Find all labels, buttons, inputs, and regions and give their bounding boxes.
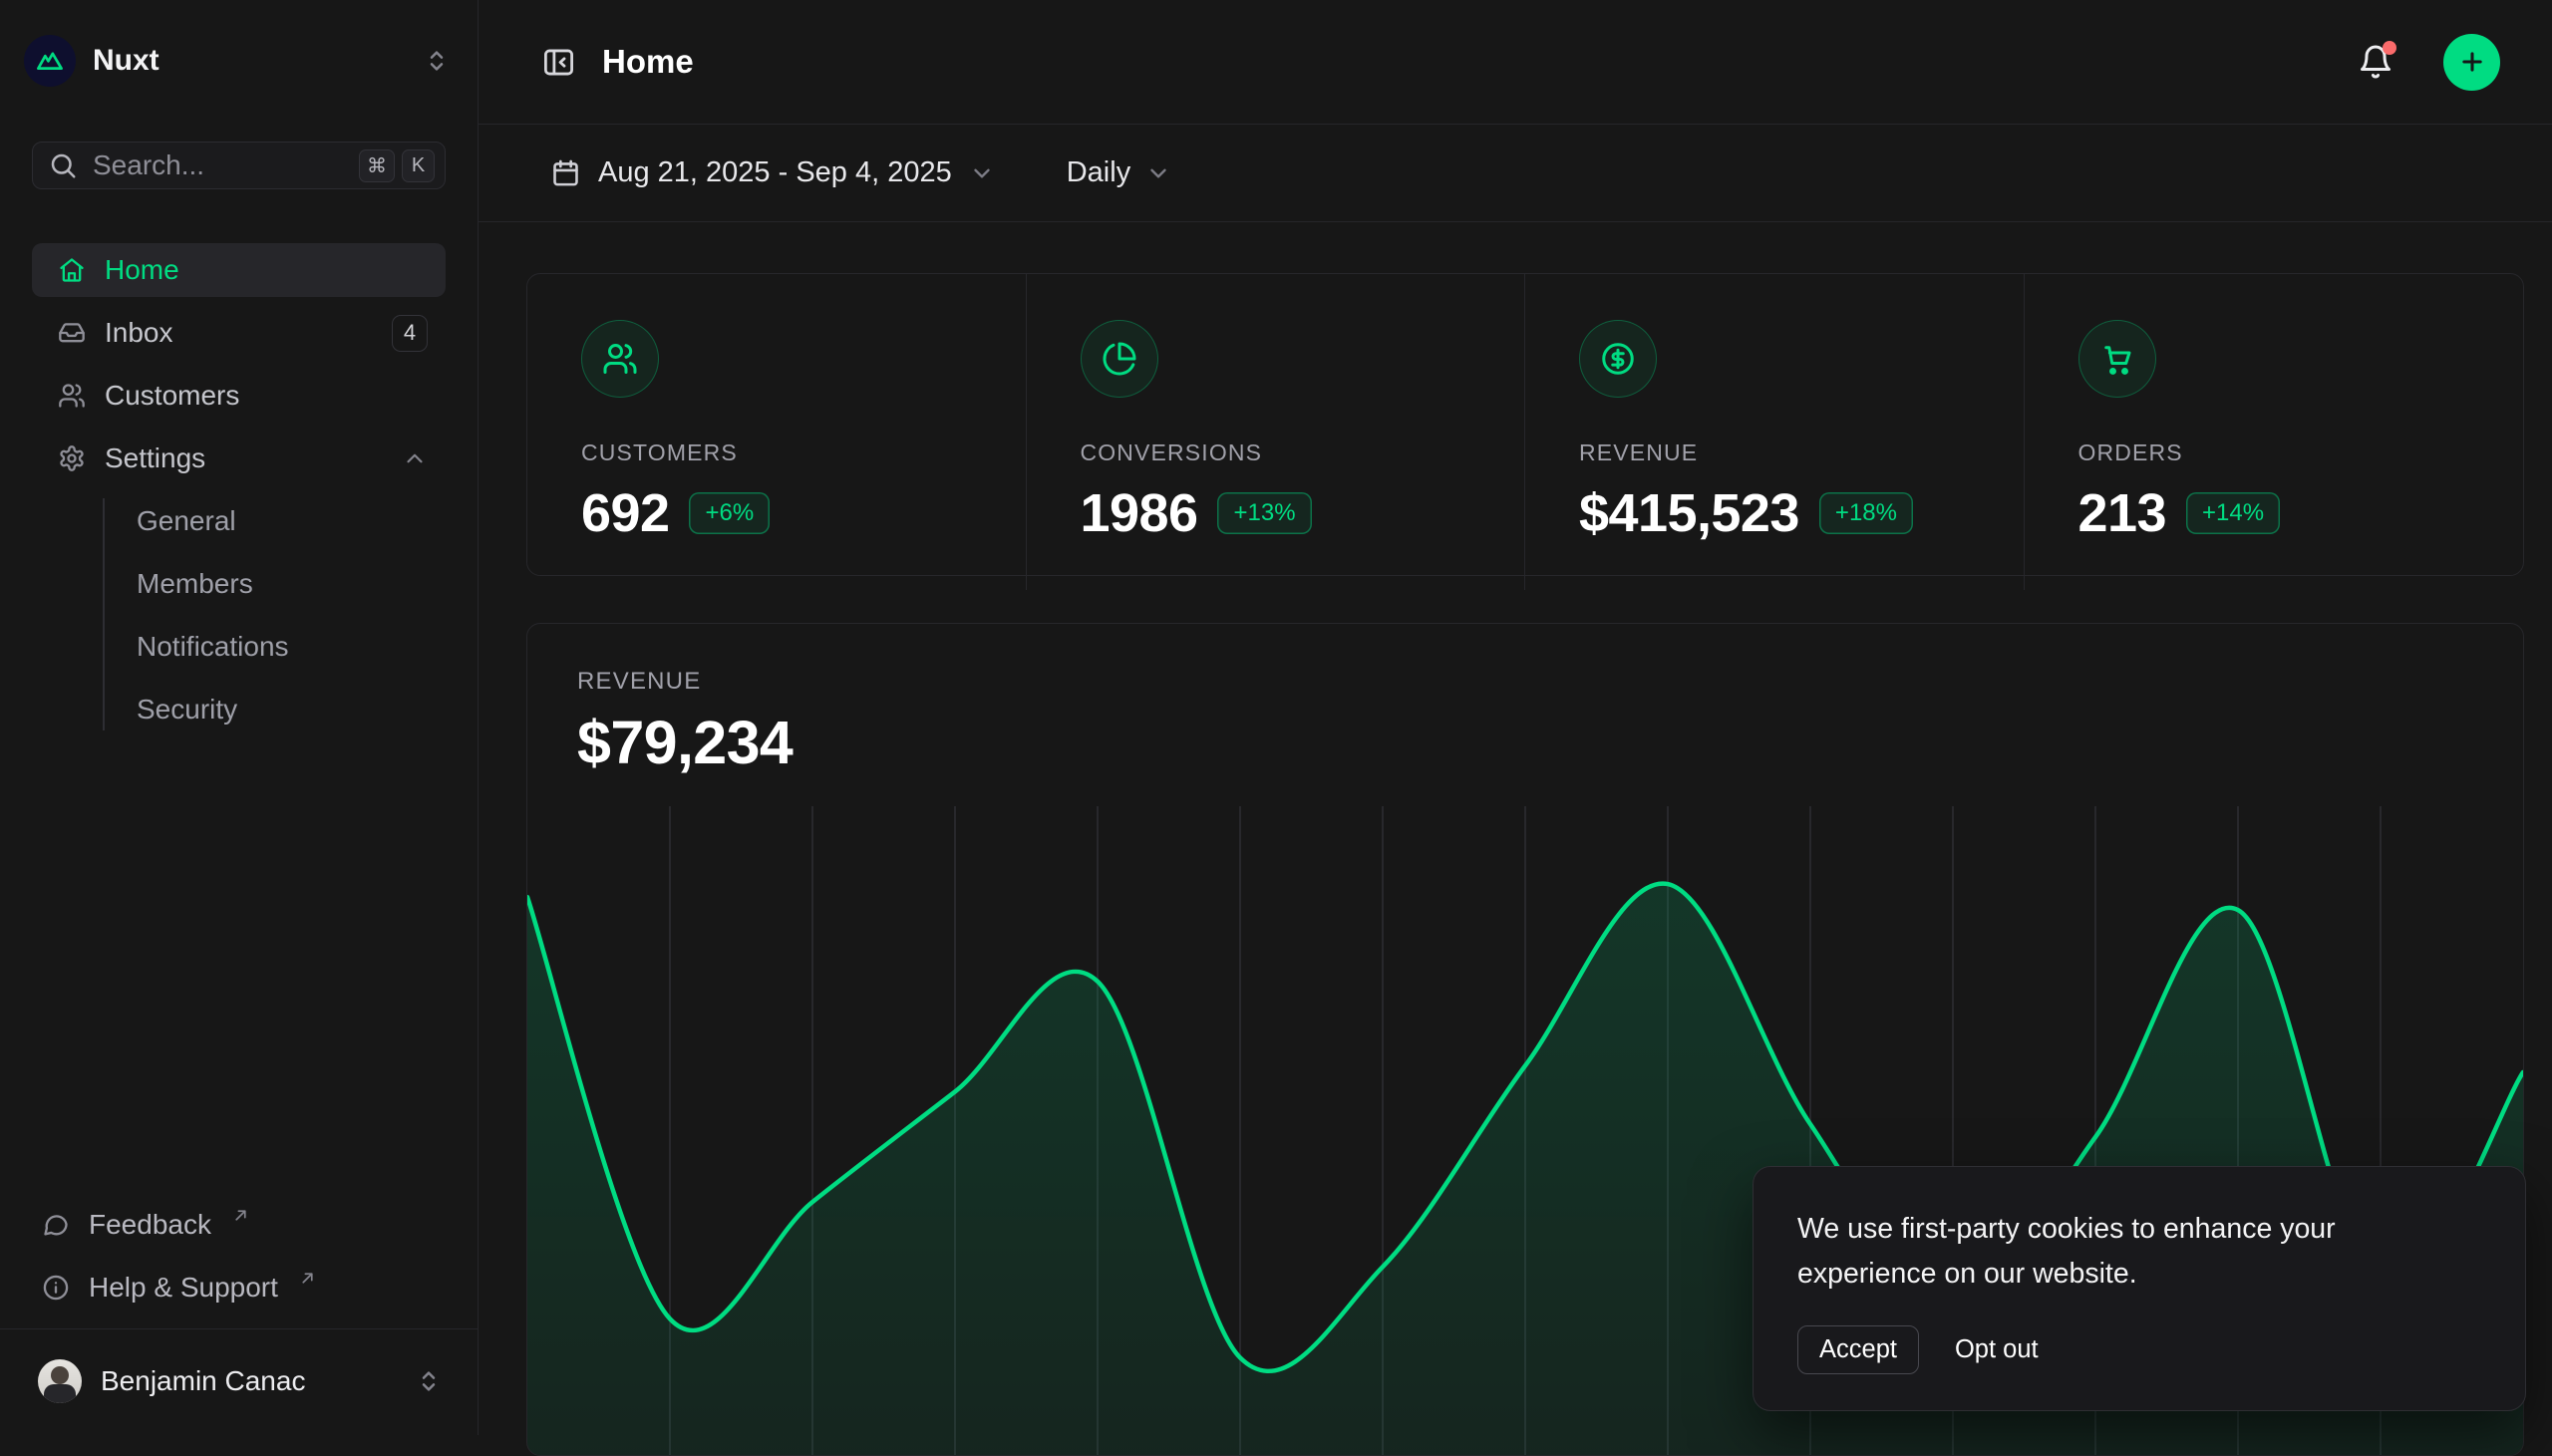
- stat-delta-badge: +14%: [2186, 492, 2280, 534]
- stat-delta-badge: +13%: [1217, 492, 1311, 534]
- sidebar-item-inbox[interactable]: Inbox 4: [32, 306, 446, 360]
- stat-value: $415,523: [1579, 482, 1799, 544]
- chevron-updown-icon: [414, 1366, 444, 1396]
- search-placeholder: Search...: [93, 149, 359, 181]
- info-circle-icon: [42, 1274, 70, 1302]
- stat-card-customers[interactable]: CUSTOMERS 692 +6%: [527, 274, 1027, 590]
- stat-card-revenue[interactable]: REVENUE $415,523 +18%: [1525, 274, 2025, 590]
- sidebar-item-label: Home: [105, 254, 179, 286]
- users-icon: [58, 382, 86, 410]
- kbd-cmd: ⌘: [359, 149, 395, 182]
- notifications-button[interactable]: [2358, 44, 2393, 80]
- sidebar-subitem-notifications[interactable]: Notifications: [104, 620, 446, 674]
- sidebar-item-home[interactable]: Home: [32, 243, 446, 297]
- filters-toolbar: Aug 21, 2025 - Sep 4, 2025 Daily: [478, 125, 2552, 222]
- search-icon: [48, 150, 78, 180]
- sidebar: Nuxt Search... ⌘ K: [0, 0, 478, 1435]
- sidebar-item-label: Settings: [105, 442, 205, 474]
- sidebar-nav: Home Inbox 4 Customers: [16, 243, 462, 736]
- home-icon: [58, 256, 86, 284]
- calendar-icon: [550, 157, 581, 188]
- revenue-panel-label: REVENUE: [577, 668, 2523, 696]
- stat-label: ORDERS: [2078, 439, 2470, 466]
- sidebar-divider: [0, 1328, 478, 1329]
- sidebar-subitem-security[interactable]: Security: [104, 683, 446, 736]
- sidebar-item-settings[interactable]: Settings: [32, 432, 446, 485]
- cookie-banner: We use first-party cookies to enhance yo…: [1753, 1166, 2526, 1411]
- stat-card-conversions[interactable]: CONVERSIONS 1986 +13%: [1027, 274, 1526, 590]
- stat-value: 1986: [1081, 482, 1198, 544]
- inbox-count-badge: 4: [392, 315, 428, 352]
- chevron-up-icon: [402, 445, 428, 471]
- pie-chart-icon: [1081, 320, 1158, 398]
- user-menu[interactable]: Benjamin Canac: [16, 1335, 462, 1427]
- feedback-label: Feedback: [89, 1209, 211, 1241]
- chevron-down-icon: [1145, 160, 1171, 186]
- page-title: Home: [602, 43, 694, 81]
- help-support-link[interactable]: Help & Support: [16, 1261, 462, 1314]
- page-header: Home: [478, 0, 2552, 125]
- workspace-switcher[interactable]: Nuxt: [16, 28, 462, 94]
- feedback-link[interactable]: Feedback: [16, 1198, 462, 1252]
- chevron-updown-icon: [422, 46, 452, 76]
- stat-label: CUSTOMERS: [581, 439, 972, 466]
- dollar-circle-icon: [1579, 320, 1657, 398]
- cookie-optout-button[interactable]: Opt out: [1955, 1335, 2039, 1364]
- revenue-panel-value: $79,234: [577, 708, 2523, 777]
- chevron-down-icon: [969, 160, 995, 186]
- granularity-select[interactable]: Daily: [1067, 156, 1171, 189]
- stat-value: 213: [2078, 482, 2166, 544]
- settings-subnav: General Members Notifications Security: [32, 494, 446, 736]
- user-name: Benjamin Canac: [101, 1365, 305, 1397]
- add-button[interactable]: [2443, 34, 2500, 91]
- kbd-k: K: [402, 149, 435, 182]
- sidebar-item-label: Inbox: [105, 317, 173, 349]
- notification-dot: [2383, 41, 2396, 55]
- stat-card-orders[interactable]: ORDERS 213 +14%: [2025, 274, 2524, 590]
- external-link-icon: [299, 1270, 316, 1287]
- cookie-message: We use first-party cookies to enhance yo…: [1797, 1207, 2435, 1296]
- stat-value: 692: [581, 482, 669, 544]
- stat-label: CONVERSIONS: [1081, 439, 1471, 466]
- sidebar-item-customers[interactable]: Customers: [32, 369, 446, 423]
- user-avatar: [38, 1359, 82, 1403]
- cart-icon: [2078, 320, 2156, 398]
- brand-name: Nuxt: [93, 44, 160, 78]
- stats-cards: CUSTOMERS 692 +6% CONVERSIONS 1986 +13%: [526, 273, 2524, 576]
- date-range-value: Aug 21, 2025 - Sep 4, 2025: [598, 156, 952, 189]
- sidebar-subitem-general[interactable]: General: [104, 494, 446, 548]
- sidebar-item-label: Customers: [105, 380, 239, 412]
- sidebar-toggle-button[interactable]: [540, 44, 577, 81]
- cookie-accept-button[interactable]: Accept: [1797, 1325, 1919, 1374]
- help-support-label: Help & Support: [89, 1272, 278, 1304]
- stat-label: REVENUE: [1579, 439, 1970, 466]
- date-range-picker[interactable]: Aug 21, 2025 - Sep 4, 2025: [550, 156, 995, 189]
- gear-icon: [58, 444, 86, 472]
- search-input[interactable]: Search... ⌘ K: [32, 142, 446, 189]
- speech-bubble-icon: [42, 1211, 70, 1239]
- external-link-icon: [232, 1207, 249, 1224]
- stat-delta-badge: +6%: [689, 492, 770, 534]
- users-icon: [581, 320, 659, 398]
- sidebar-subitem-members[interactable]: Members: [104, 557, 446, 611]
- granularity-value: Daily: [1067, 156, 1130, 189]
- nuxt-logo-icon: [24, 35, 76, 87]
- inbox-icon: [58, 319, 86, 347]
- stat-delta-badge: +18%: [1819, 492, 1913, 534]
